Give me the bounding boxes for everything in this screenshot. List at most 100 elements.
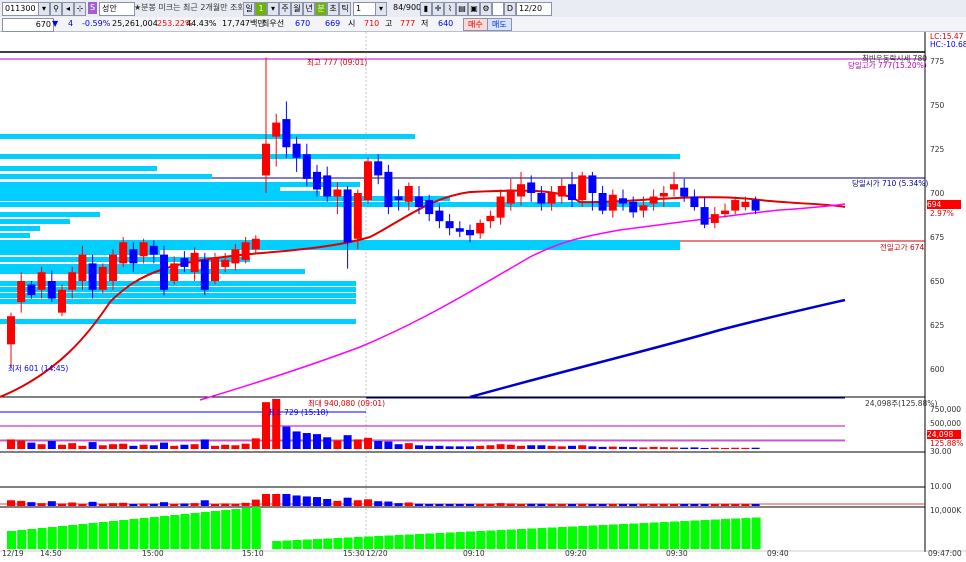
profile-bar	[0, 182, 360, 187]
period-minute[interactable]: 분	[315, 2, 327, 16]
candle-body	[149, 245, 158, 255]
indicator-bar	[282, 494, 291, 506]
volume-bar	[323, 437, 332, 449]
volume-bar	[109, 444, 117, 449]
search-icon[interactable]: ⚲	[50, 2, 62, 16]
candle-body	[445, 221, 454, 229]
period-day[interactable]: 일	[243, 2, 255, 16]
indicator-bar	[619, 504, 627, 506]
turnover-ratio: 44.43%	[186, 19, 217, 28]
volume-bar	[119, 443, 128, 449]
d-icon[interactable]: D	[504, 2, 516, 16]
period-year[interactable]: 년	[303, 2, 315, 16]
period-month[interactable]: 월	[291, 2, 303, 16]
current-pct-tag: 2.97%	[930, 209, 954, 218]
volume-bar	[629, 447, 638, 449]
indicator-bar	[180, 503, 189, 506]
candle-body	[302, 154, 311, 179]
indicator-bar	[639, 504, 648, 506]
dropdown-arrow-icon[interactable]: ▾	[375, 2, 387, 16]
settings-icon[interactable]: ⚙	[480, 2, 492, 16]
candle-body	[180, 258, 189, 267]
indicator-bar	[374, 501, 383, 506]
indicator-bar	[415, 503, 423, 506]
period-1[interactable]: 1	[255, 2, 267, 16]
volume-bar	[496, 444, 505, 449]
buy-button[interactable]: 매수	[463, 18, 488, 31]
ask-value: 670	[295, 19, 311, 28]
indicator-bar	[200, 500, 209, 506]
time-label: 09:20	[565, 549, 587, 558]
obv-bar	[170, 515, 180, 549]
obv-bar	[578, 526, 588, 549]
chart-canvas[interactable]	[0, 32, 966, 562]
price-tick: 675	[930, 233, 945, 242]
candle-icon[interactable]: ▮	[420, 2, 432, 16]
bid-value: 669	[325, 19, 341, 28]
candle-body	[251, 238, 260, 250]
obv-bar	[598, 525, 608, 549]
print-icon[interactable]: ▤	[456, 2, 468, 16]
chart-area[interactable]: 최고 777 (09:01) 최저 601 (14:45) 최빈우동락시세 78…	[0, 32, 966, 562]
candle-body	[129, 249, 138, 264]
stock-code-input[interactable]: 011300	[2, 2, 42, 16]
volume-bar	[313, 434, 321, 449]
obv-bar	[231, 509, 241, 549]
time-label: 15:00	[142, 549, 164, 558]
dropdown-arrow-icon[interactable]: ▾	[267, 2, 279, 16]
obv-bar	[302, 539, 312, 549]
interval-input[interactable]: 1	[353, 2, 377, 16]
candle-body	[343, 189, 352, 243]
indicator-bar	[557, 504, 566, 506]
dropdown-arrow-icon[interactable]: ▾	[38, 2, 50, 16]
period-week[interactable]: 주	[279, 2, 291, 16]
volume-bar	[598, 446, 607, 449]
candle-body	[282, 119, 291, 148]
indicator-bar	[88, 501, 97, 506]
obv-bar	[374, 536, 384, 549]
low-label: 저	[421, 19, 429, 28]
sell-button[interactable]: 매도	[487, 18, 512, 31]
price-value: 670	[2, 18, 54, 32]
indicator-bar	[109, 503, 117, 506]
chart-icon[interactable]: ⌇	[444, 2, 456, 16]
candle-body	[37, 272, 46, 290]
volume-bar	[659, 447, 668, 449]
obv-bar	[27, 529, 37, 549]
volume-bar	[180, 444, 189, 449]
period-tick[interactable]: 틱	[339, 2, 351, 16]
stock-name: 성안	[99, 2, 135, 16]
candle-body	[353, 193, 362, 239]
volume-bar	[211, 445, 219, 449]
indicator-bar	[578, 503, 587, 506]
obv-bar	[7, 531, 16, 549]
candle-body	[231, 249, 240, 264]
obv-bar	[466, 531, 475, 549]
crosshair-icon[interactable]: ✛	[432, 2, 444, 16]
volume-bar	[251, 438, 260, 449]
candle-body	[721, 210, 729, 215]
day-high-label: 당일고가 777(15.20%)	[848, 61, 927, 70]
obv-bar	[139, 518, 149, 549]
sound-icon[interactable]: ◂	[62, 2, 74, 16]
volume-bar	[476, 445, 485, 449]
save-icon[interactable]: ▣	[468, 2, 480, 16]
volume-bar	[160, 442, 168, 449]
date-checkbox[interactable]	[492, 2, 504, 16]
indicator-bar	[751, 504, 760, 506]
cursor-icon[interactable]: ⊹	[74, 2, 86, 16]
volume-bar	[88, 442, 97, 449]
profile-bar	[0, 233, 30, 238]
indicator-bar	[78, 504, 87, 506]
volume-bar	[333, 440, 342, 449]
obv-bar	[415, 534, 424, 549]
indicator-bar	[139, 503, 148, 506]
volume-bar	[98, 445, 107, 449]
indicator-bar	[129, 504, 138, 506]
indicator-bar	[323, 498, 332, 506]
candle-body	[476, 222, 485, 234]
period-second[interactable]: 초	[327, 2, 339, 16]
price-tick: 700	[930, 189, 945, 198]
obv-bar	[629, 523, 639, 549]
date-input[interactable]: 12/20	[516, 2, 552, 16]
